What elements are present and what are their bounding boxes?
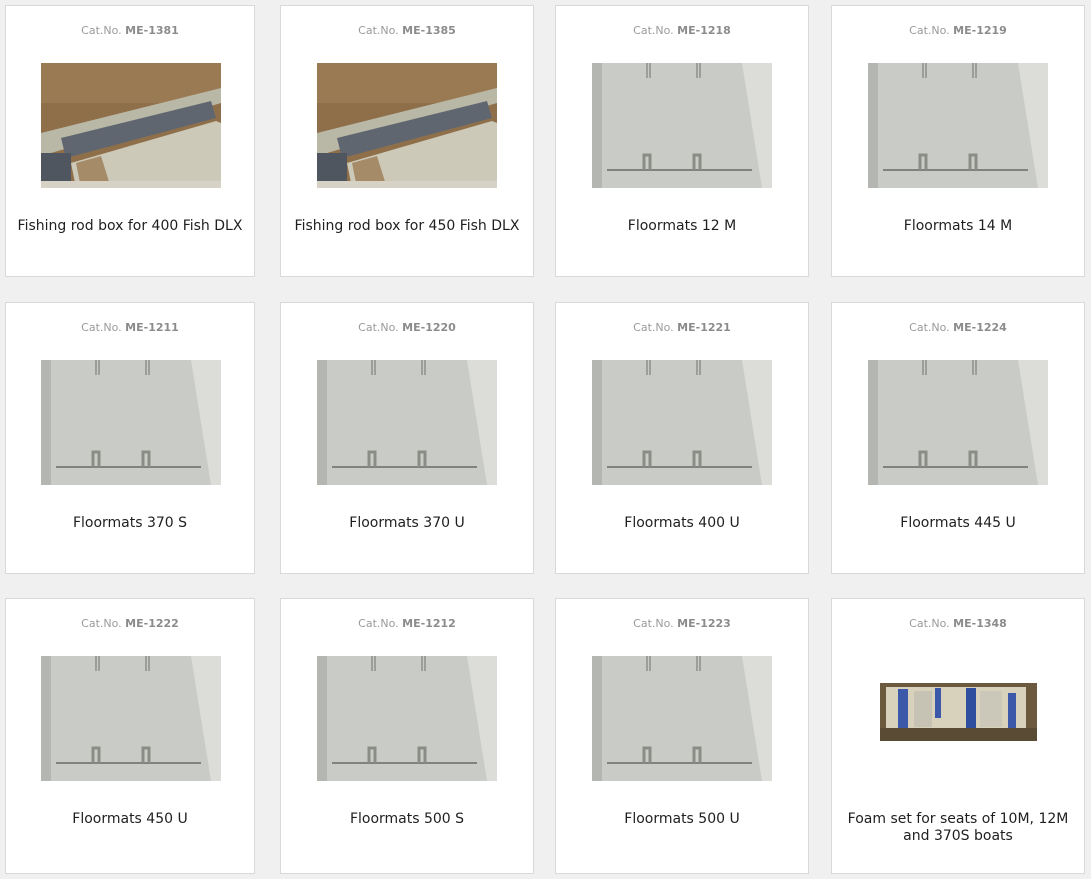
product-card[interactable]: Cat.No. ME-1212 Floormats 500 S [280, 598, 534, 874]
floormat-photo[interactable] [592, 656, 772, 781]
floormat-photo[interactable] [592, 360, 772, 485]
floormat-photo[interactable] [41, 360, 221, 485]
product-title[interactable]: Floormats 500 S [289, 811, 525, 828]
catalog-number: Cat.No. ME-1218 [633, 24, 731, 37]
product-card[interactable]: Cat.No. ME-1222 Floormats 450 U [5, 598, 255, 874]
product-card[interactable]: Cat.No. ME-1224 Floormats 445 U [831, 302, 1085, 574]
catalog-number: Cat.No. ME-1381 [81, 24, 179, 37]
floormat-photo[interactable] [592, 63, 772, 188]
floormat-photo[interactable] [868, 360, 1048, 485]
catalog-number: Cat.No. ME-1223 [633, 617, 731, 630]
product-title[interactable]: Floormats 400 U [564, 515, 800, 532]
product-card[interactable]: Cat.No. ME-1211 Floormats 370 S [5, 302, 255, 574]
floormat-photo[interactable] [317, 656, 497, 781]
product-title[interactable]: Foam set for seats of 10M, 12M and 370S … [840, 811, 1076, 845]
product-card[interactable]: Cat.No. ME-1385 Fishing rod box for 450 … [280, 5, 534, 277]
product-title[interactable]: Floormats 370 S [14, 515, 246, 532]
catalog-number: Cat.No. ME-1385 [358, 24, 456, 37]
product-card[interactable]: Cat.No. ME-1221 Floormats 400 U [555, 302, 809, 574]
product-title[interactable]: Fishing rod box for 450 Fish DLX [289, 218, 525, 235]
catalog-number: Cat.No. ME-1348 [909, 617, 1007, 630]
product-title[interactable]: Floormats 370 U [289, 515, 525, 532]
rod-box-photo[interactable] [317, 63, 497, 188]
foam-set-photo[interactable] [880, 683, 1037, 741]
catalog-number: Cat.No. ME-1224 [909, 321, 1007, 334]
product-title[interactable]: Floormats 14 M [840, 218, 1076, 235]
product-title[interactable]: Fishing rod box for 400 Fish DLX [14, 218, 246, 235]
product-card[interactable]: Cat.No. ME-1223 Floormats 500 U [555, 598, 809, 874]
product-card[interactable]: Cat.No. ME-1381 Fishing rod box for 400 … [5, 5, 255, 277]
catalog-number: Cat.No. ME-1220 [358, 321, 456, 334]
floormat-photo[interactable] [41, 656, 221, 781]
catalog-number: Cat.No. ME-1222 [81, 617, 179, 630]
product-card[interactable]: Cat.No. ME-1220 Floormats 370 U [280, 302, 534, 574]
product-title[interactable]: Floormats 500 U [564, 811, 800, 828]
floormat-photo[interactable] [317, 360, 497, 485]
product-card[interactable]: Cat.No. ME-1348 Foam set for seats of 10… [831, 598, 1085, 874]
catalog-number: Cat.No. ME-1219 [909, 24, 1007, 37]
catalog-number: Cat.No. ME-1212 [358, 617, 456, 630]
product-title[interactable]: Floormats 445 U [840, 515, 1076, 532]
catalog-number: Cat.No. ME-1211 [81, 321, 179, 334]
floormat-photo[interactable] [868, 63, 1048, 188]
product-title[interactable]: Floormats 450 U [14, 811, 246, 828]
catalog-number: Cat.No. ME-1221 [633, 321, 731, 334]
product-card[interactable]: Cat.No. ME-1218 Floormats 12 M [555, 5, 809, 277]
product-card[interactable]: Cat.No. ME-1219 Floormats 14 M [831, 5, 1085, 277]
rod-box-photo[interactable] [41, 63, 221, 188]
product-title[interactable]: Floormats 12 M [564, 218, 800, 235]
